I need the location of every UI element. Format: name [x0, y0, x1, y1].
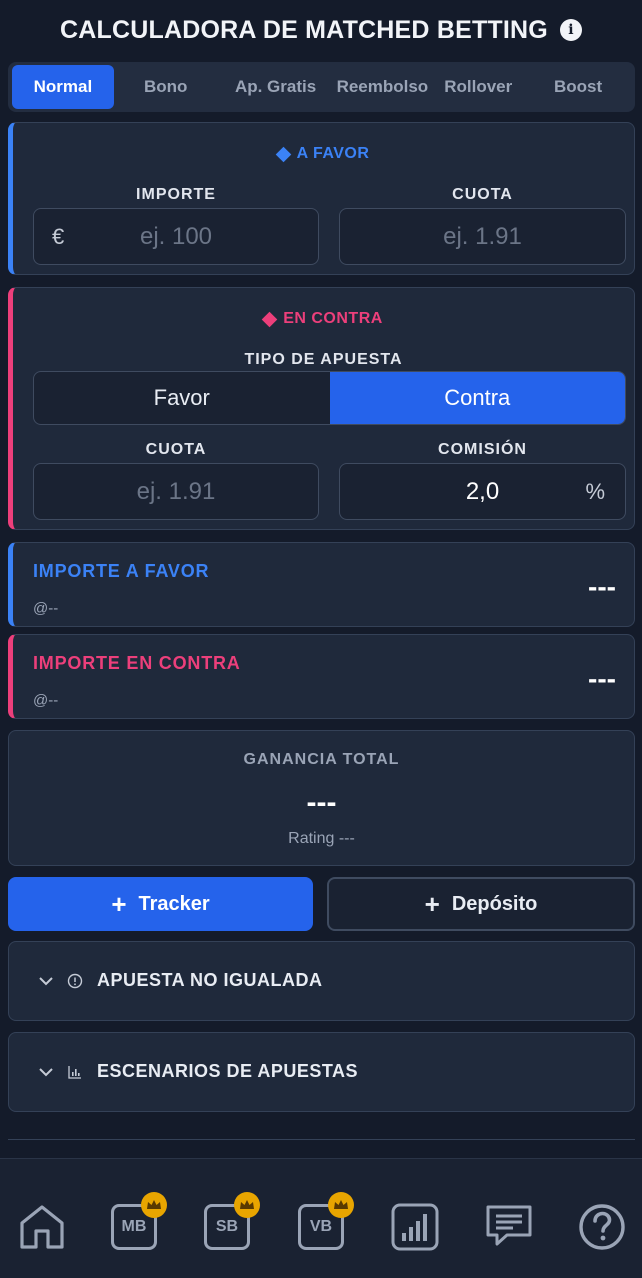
- crown-icon: [234, 1192, 260, 1218]
- accordion-header: ESCENARIOS DE APUESTAS: [39, 1061, 358, 1082]
- importe-label: IMPORTE: [136, 186, 216, 203]
- ganancia-card: GANANCIA TOTAL --- Rating ---: [8, 730, 635, 866]
- bottom-nav: MB SB VB: [0, 1158, 642, 1278]
- page-title: CALCULADORA DE MATCHED BETTING i: [0, 12, 642, 48]
- importe-field[interactable]: €: [33, 208, 319, 265]
- alert-circle-icon: [67, 973, 83, 988]
- chat-icon: [486, 1205, 532, 1246]
- importe-input[interactable]: [34, 209, 318, 264]
- divider: [8, 1139, 635, 1140]
- percent-icon: %: [585, 478, 605, 504]
- importe-favor-label: IMPORTE A FAVOR: [33, 561, 210, 581]
- toggle-favor-option[interactable]: Favor: [34, 372, 330, 424]
- chevron-down-icon: [39, 1067, 53, 1076]
- favor-card: A FAVOR IMPORTE CUOTA €: [8, 122, 635, 275]
- chevron-down-icon: [39, 976, 53, 985]
- contra-cuota-input[interactable]: [34, 464, 318, 519]
- tab-rollover[interactable]: Rollover: [431, 65, 525, 109]
- deposito-label: Depósito: [451, 892, 538, 915]
- favor-cuota-input[interactable]: [340, 209, 625, 264]
- nav-sb[interactable]: SB: [202, 1192, 260, 1253]
- nav-stats[interactable]: [389, 1201, 441, 1253]
- diamond-icon: [261, 311, 278, 327]
- contra-cuota-field[interactable]: [33, 463, 319, 520]
- mode-tabs: Normal Bono Ap. Gratis Reembolso Rollove…: [8, 62, 635, 112]
- nav-chat[interactable]: [483, 1201, 535, 1253]
- importe-contra-odds: @--: [33, 692, 59, 709]
- accordion-header: APUESTA NO IGUALADA: [39, 970, 323, 991]
- signal-bars-icon: [391, 1203, 439, 1251]
- crown-icon: [141, 1192, 167, 1218]
- ganancia-label: GANANCIA TOTAL: [243, 751, 400, 768]
- tipo-apuesta-label: TIPO DE APUESTA: [244, 351, 403, 368]
- contra-cuota-label: CUOTA: [145, 441, 207, 458]
- add-deposito-button[interactable]: + Depósito: [327, 877, 635, 931]
- tracker-label: Tracker: [138, 892, 210, 915]
- accordion-escenarios[interactable]: ESCENARIOS DE APUESTAS: [8, 1032, 635, 1112]
- nav-home[interactable]: [16, 1201, 68, 1253]
- diamond-icon: [275, 146, 291, 162]
- accordion-title: ESCENARIOS DE APUESTAS: [97, 1061, 359, 1081]
- nav-vb[interactable]: VB: [296, 1192, 354, 1253]
- bar-chart-icon: [68, 1065, 81, 1079]
- importe-contra-value: ---: [588, 663, 616, 694]
- home-icon: [20, 1205, 64, 1249]
- nav-mb[interactable]: MB: [109, 1192, 167, 1253]
- importe-favor-odds: @--: [33, 600, 59, 617]
- comision-field[interactable]: %: [339, 463, 626, 520]
- contra-card: EN CONTRA TIPO DE APUESTA Favor Contra C…: [8, 287, 635, 530]
- favor-cuota-label: CUOTA: [452, 186, 513, 203]
- add-tracker-button[interactable]: + Tracker: [8, 877, 313, 931]
- importe-favor-result: IMPORTE A FAVOR @-- ---: [8, 542, 635, 627]
- tab-reembolso[interactable]: Reembolso: [333, 65, 431, 109]
- page-title-text: CALCULADORA DE MATCHED BETTING: [60, 15, 548, 44]
- importe-favor-value: ---: [588, 571, 616, 602]
- tab-boost[interactable]: Boost: [525, 65, 631, 109]
- accordion-apuesta-no-igualada[interactable]: APUESTA NO IGUALADA: [8, 941, 635, 1021]
- comision-input[interactable]: [340, 464, 625, 519]
- euro-icon: €: [52, 223, 65, 249]
- rating-text: Rating ---: [288, 830, 355, 847]
- ganancia-value: ---: [306, 786, 337, 819]
- favor-cuota-field[interactable]: [339, 208, 626, 265]
- toggle-contra-option[interactable]: Contra: [329, 372, 625, 424]
- plus-icon: +: [424, 889, 440, 919]
- importe-contra-label: IMPORTE EN CONTRA: [33, 653, 241, 673]
- tipo-apuesta-toggle: Favor Contra: [33, 371, 626, 425]
- help-icon: [579, 1204, 625, 1250]
- tab-bono[interactable]: Bono: [114, 65, 218, 109]
- crown-icon: [328, 1192, 354, 1218]
- accordion-title: APUESTA NO IGUALADA: [97, 970, 323, 990]
- favor-title-text: A FAVOR: [296, 145, 370, 162]
- importe-contra-result: IMPORTE EN CONTRA @-- ---: [8, 634, 635, 719]
- nav-help[interactable]: [576, 1201, 628, 1253]
- tab-ap-gratis[interactable]: Ap. Gratis: [218, 65, 334, 109]
- tab-normal[interactable]: Normal: [12, 65, 114, 109]
- info-icon[interactable]: i: [559, 19, 582, 41]
- comision-label: COMISIÓN: [438, 441, 527, 458]
- favor-title: A FAVOR: [13, 145, 634, 163]
- plus-icon: +: [111, 889, 127, 919]
- contra-title: EN CONTRA: [13, 310, 634, 328]
- contra-title-text: EN CONTRA: [283, 310, 383, 327]
